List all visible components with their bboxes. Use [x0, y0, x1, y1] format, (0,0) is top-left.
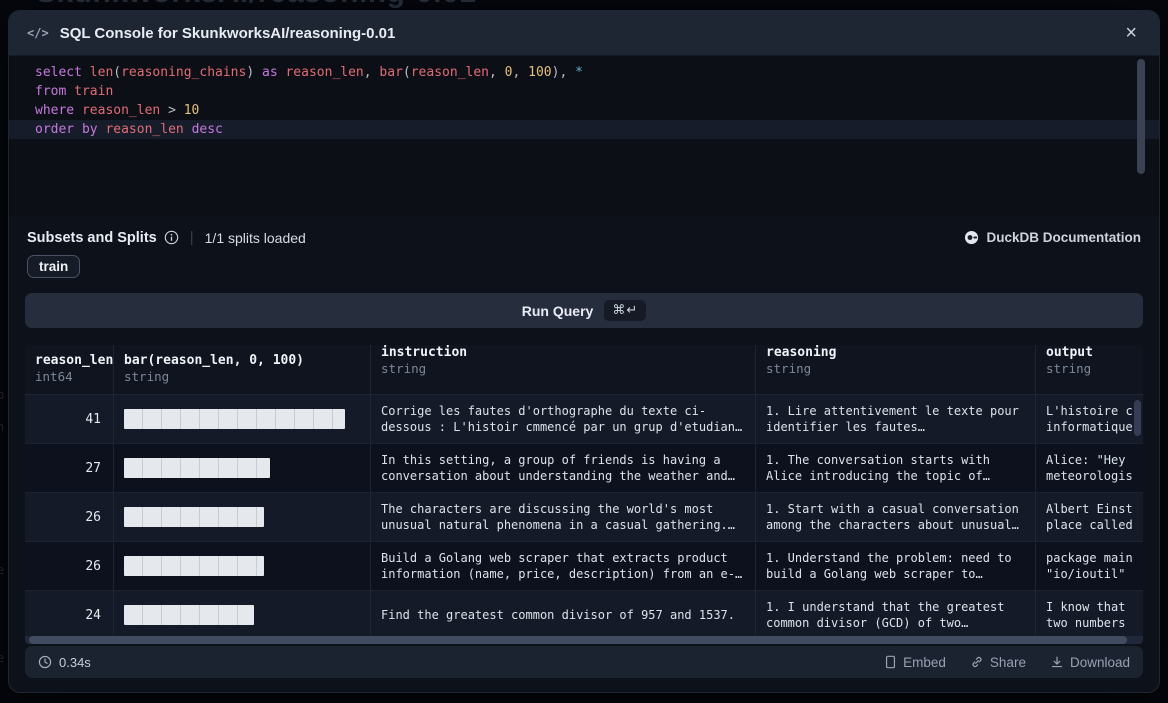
- cell-reason-len: 26: [25, 542, 114, 590]
- background-text-fragment: e: [0, 651, 7, 665]
- cell-instruction: Find the greatest common divisor of 957 …: [371, 591, 756, 636]
- code-line[interactable]: order by reason_len desc: [9, 120, 1159, 139]
- cell-bar: [114, 591, 371, 636]
- column-header-reasoning[interactable]: reasoningstring: [756, 345, 1036, 394]
- duckdb-documentation-link[interactable]: DuckDB Documentation: [964, 230, 1141, 245]
- cell-reason-len: 24: [25, 591, 114, 636]
- cell-output: L'histoire co informatique: [1036, 395, 1143, 443]
- clock-icon: [38, 655, 52, 669]
- cell-bar: [114, 395, 371, 443]
- background-text-fragment: b: [0, 388, 7, 402]
- cell-reasoning: 1. The conversation starts with Alice in…: [756, 444, 1036, 492]
- query-time: 0.34s: [38, 655, 91, 670]
- sql-console-modal: </> SQL Console for SkunkworksAI/reasoni…: [8, 10, 1160, 693]
- column-header-instruction[interactable]: instructionstring: [371, 345, 756, 394]
- background-text-fragment: h: [0, 420, 7, 434]
- embed-icon: [884, 655, 897, 669]
- cell-reason-len: 26: [25, 493, 114, 541]
- bar-glyph: [124, 605, 254, 625]
- subsets-row: Subsets and Splits | 1/1 splits loaded: [27, 229, 1141, 246]
- keyboard-shortcut-badge: ⌘↵: [604, 300, 646, 321]
- table-vertical-scrollbar[interactable]: [1134, 400, 1141, 436]
- cell-instruction: Build a Golang web scraper that extracts…: [371, 542, 756, 590]
- sql-editor[interactable]: select len(reasoning_chains) as reason_l…: [9, 56, 1159, 216]
- background-text-fragment: e: [0, 563, 7, 577]
- modal-header: </> SQL Console for SkunkworksAI/reasoni…: [9, 11, 1159, 56]
- bar-glyph: [124, 458, 270, 478]
- table-horizontal-scrollbar-track[interactable]: [25, 636, 1143, 644]
- bar-glyph: [124, 409, 345, 429]
- cell-instruction: The characters are discussing the world'…: [371, 493, 756, 541]
- bar-glyph: [124, 556, 264, 576]
- duckdb-documentation-label: DuckDB Documentation: [986, 230, 1141, 245]
- download-button[interactable]: Download: [1050, 655, 1130, 670]
- download-icon: [1050, 655, 1064, 669]
- table-body: 41 Corrige les fautes d'orthographe du te…: [25, 395, 1143, 636]
- results-table: reason_lenint64bar(reason_len, 0, 100)st…: [25, 345, 1143, 644]
- editor-scrollbar[interactable]: [1137, 59, 1145, 174]
- cell-instruction: In this setting, a group of friends is h…: [371, 444, 756, 492]
- column-header-reason_len[interactable]: reason_lenint64: [25, 345, 114, 394]
- info-icon[interactable]: [164, 230, 179, 245]
- bar-glyph: [124, 507, 264, 527]
- cell-bar: [114, 444, 371, 492]
- code-line[interactable]: select len(reasoning_chains) as reason_l…: [9, 63, 1159, 82]
- sql-editor-lines: select len(reasoning_chains) as reason_l…: [9, 63, 1159, 139]
- cell-reasoning: 1. Start with a casual conversation amon…: [756, 493, 1036, 541]
- embed-button[interactable]: Embed: [884, 655, 946, 670]
- download-label: Download: [1070, 655, 1130, 670]
- table-row[interactable]: 26 Build a Golang web scraper that extrac…: [25, 542, 1143, 591]
- splits-loaded-status: 1/1 splits loaded: [205, 230, 306, 246]
- cell-output: Alice: "Hey g meteorologist: [1036, 444, 1143, 492]
- table-row[interactable]: 24 Find the greatest common divisor of 95…: [25, 591, 1143, 636]
- modal-title: SQL Console for SkunkworksAI/reasoning-0…: [60, 25, 1111, 42]
- elapsed-time: 0.34s: [59, 655, 91, 670]
- cell-output: Albert Einste place called: [1036, 493, 1143, 541]
- share-button[interactable]: Share: [970, 655, 1026, 670]
- table-row[interactable]: 27 In this setting, a group of friends is…: [25, 444, 1143, 493]
- split-chip-train[interactable]: train: [27, 255, 80, 278]
- background-page-title-fragment: SkunkworksAI/reasoning-0.01: [36, 0, 476, 10]
- cell-output: package main "io/ioutil" ": [1036, 542, 1143, 590]
- column-header-barreason_len0100[interactable]: bar(reason_len, 0, 100)string: [114, 345, 371, 394]
- run-query-label: Run Query: [522, 303, 594, 319]
- subsets-label: Subsets and Splits: [27, 230, 157, 246]
- screen: SkunkworksAI/reasoning-0.01 b h e e </> SQL…: [0, 0, 1168, 703]
- cell-reason-len: 27: [25, 444, 114, 492]
- share-label: Share: [990, 655, 1026, 670]
- cell-reasoning: 1. I understand that the greatest common…: [756, 591, 1036, 636]
- code-line[interactable]: from train: [9, 82, 1159, 101]
- run-query-button[interactable]: Run Query ⌘↵: [25, 293, 1143, 328]
- share-icon: [970, 655, 984, 669]
- divider: |: [190, 229, 194, 246]
- table-row[interactable]: 26 The characters are discussing the worl…: [25, 493, 1143, 542]
- cell-reason-len: 41: [25, 395, 114, 443]
- results-footer: 0.34s Embed: [25, 646, 1143, 678]
- code-icon: </>: [27, 26, 49, 40]
- table-horizontal-scrollbar-thumb[interactable]: [29, 636, 1127, 644]
- close-icon[interactable]: ×: [1121, 21, 1141, 45]
- footer-actions: Embed Share: [884, 655, 1130, 670]
- column-header-output[interactable]: outputstring: [1036, 345, 1143, 394]
- table-header-row: reason_lenint64bar(reason_len, 0, 100)st…: [25, 345, 1143, 395]
- cell-instruction: Corrige les fautes d'orthographe du text…: [371, 395, 756, 443]
- cell-reasoning: 1. Lire attentivement le texte pour iden…: [756, 395, 1036, 443]
- code-line[interactable]: where reason_len > 10: [9, 101, 1159, 120]
- cell-bar: [114, 542, 371, 590]
- cell-reasoning: 1. Understand the problem: need to build…: [756, 542, 1036, 590]
- cell-bar: [114, 493, 371, 541]
- embed-label: Embed: [903, 655, 946, 670]
- duckdb-logo-icon: [964, 230, 979, 245]
- table-row[interactable]: 41 Corrige les fautes d'orthographe du te…: [25, 395, 1143, 444]
- cell-output: I know that t two numbers i: [1036, 591, 1143, 636]
